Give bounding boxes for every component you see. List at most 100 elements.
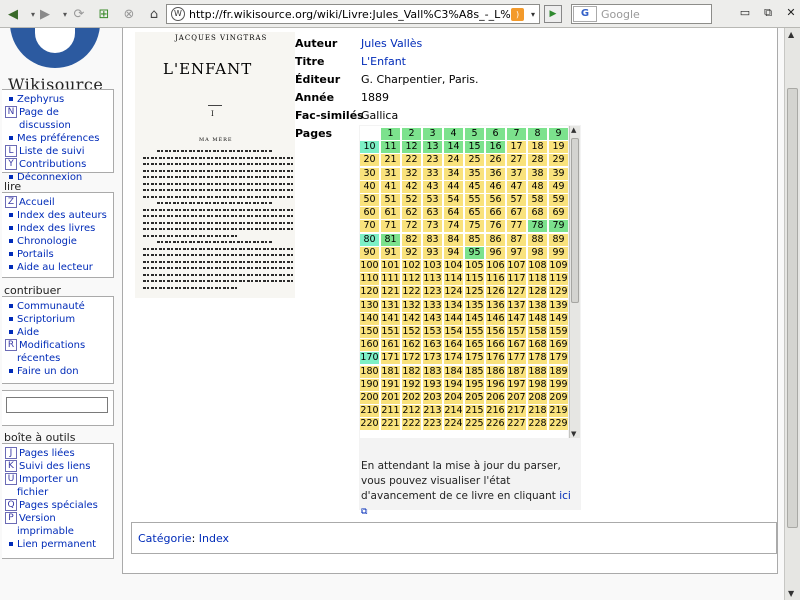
page-cell[interactable]: 152 — [402, 326, 421, 338]
page-cell[interactable]: 206 — [486, 392, 505, 404]
forward-icon[interactable]: ▶ — [36, 5, 54, 23]
page-cell[interactable]: 98 — [528, 246, 547, 259]
page-cell[interactable]: 165 — [465, 339, 484, 352]
page-cell[interactable]: 148 — [528, 312, 547, 325]
titre-link[interactable]: L'Enfant — [361, 55, 406, 68]
page-cell[interactable]: 116 — [486, 273, 505, 286]
sidebar-item-outils-4[interactable]: Q Pages spéciales — [5, 499, 113, 512]
pages-scrollbar[interactable]: ▲ ▼ — [569, 126, 580, 438]
page-cell[interactable]: 133 — [423, 299, 442, 312]
page-cell[interactable]: 30 — [360, 167, 379, 180]
page-cell[interactable]: 221 — [381, 418, 400, 431]
page-cell[interactable]: 159 — [549, 326, 568, 338]
page-cell[interactable]: 223 — [423, 418, 442, 431]
back-icon[interactable]: ◀ — [4, 5, 22, 23]
page-cell[interactable]: 6 — [486, 128, 505, 140]
page-cell[interactable]: 51 — [381, 194, 400, 206]
page-cell[interactable]: 65 — [465, 207, 484, 220]
page-cell[interactable]: 35 — [465, 167, 484, 180]
page-cell[interactable]: 99 — [549, 246, 568, 259]
page-cell[interactable]: 192 — [402, 378, 421, 391]
sidebar-item-personal-1[interactable]: N Page de discussion — [5, 106, 113, 132]
minimize-icon[interactable]: ▭ — [738, 6, 752, 20]
pages-scroll-thumb[interactable] — [571, 138, 579, 303]
page-cell[interactable]: 204 — [444, 392, 463, 404]
page-cell[interactable]: 90 — [360, 246, 379, 259]
wikisource-logo[interactable]: Wikisource — [0, 28, 115, 98]
page-cell[interactable]: 63 — [423, 207, 442, 220]
page-cell[interactable]: 134 — [444, 299, 463, 312]
page-cell[interactable]: 12 — [402, 141, 421, 154]
page-cell[interactable]: 2 — [402, 128, 421, 140]
page-scroll-up-icon[interactable]: ▲ — [788, 30, 794, 39]
page-cell[interactable]: 77 — [507, 220, 526, 233]
sidebar-item-contribuer-1[interactable]: Scriptorium — [5, 313, 113, 326]
page-cell[interactable]: 202 — [402, 392, 421, 404]
page-cell[interactable]: 178 — [528, 352, 547, 365]
page-cell[interactable]: 113 — [423, 273, 442, 286]
page-cell[interactable]: 117 — [507, 273, 526, 286]
page-cell[interactable]: 156 — [486, 326, 505, 338]
page-cell[interactable]: 58 — [528, 194, 547, 206]
page-cell[interactable]: 197 — [507, 378, 526, 391]
page-cell[interactable]: 42 — [402, 180, 421, 193]
page-cell[interactable]: 80 — [360, 233, 379, 246]
search-engine-icon[interactable]: G — [573, 6, 597, 22]
page-cell[interactable]: 180 — [360, 365, 379, 378]
sidebar-item-lire-0[interactable]: Z Accueil — [5, 196, 113, 209]
page-cell[interactable]: 179 — [549, 352, 568, 365]
sidebar-item-lire-5[interactable]: Aide au lecteur — [5, 261, 113, 274]
page-cell[interactable]: 131 — [381, 299, 400, 312]
page-cell[interactable]: 79 — [549, 220, 568, 233]
page-cell[interactable]: 203 — [423, 392, 442, 404]
page-cell[interactable]: 92 — [402, 246, 421, 259]
page-cell[interactable]: 46 — [486, 180, 505, 193]
page-cell[interactable]: 41 — [381, 180, 400, 193]
page-cell[interactable]: 29 — [549, 154, 568, 167]
page-cell[interactable]: 26 — [486, 154, 505, 167]
reload-icon[interactable]: ⟳ — [70, 5, 88, 23]
page-cell[interactable]: 205 — [465, 392, 484, 404]
page-cell[interactable]: 19 — [549, 141, 568, 154]
page-cell[interactable]: 37 — [507, 167, 526, 180]
page-cell[interactable]: 91 — [381, 246, 400, 259]
page-cell[interactable]: 69 — [549, 207, 568, 220]
page-cell[interactable]: 50 — [360, 194, 379, 206]
page-cell[interactable]: 224 — [444, 418, 463, 431]
page-cell[interactable]: 219 — [549, 405, 568, 418]
page-cell[interactable]: 157 — [507, 326, 526, 338]
page-cell[interactable]: 56 — [486, 194, 505, 206]
page-cell[interactable]: 190 — [360, 378, 379, 391]
page-cell[interactable]: 110 — [360, 273, 379, 286]
page-cell[interactable]: 173 — [423, 352, 442, 365]
page-cell[interactable]: 181 — [381, 365, 400, 378]
page-cell[interactable]: 89 — [549, 233, 568, 246]
page-cell[interactable]: 86 — [486, 233, 505, 246]
page-cell[interactable]: 168 — [528, 339, 547, 352]
page-cell[interactable]: 209 — [549, 392, 568, 404]
go-button[interactable]: ▶ — [544, 5, 562, 23]
page-cell[interactable]: 16 — [486, 141, 505, 154]
page-cell[interactable]: 78 — [528, 220, 547, 233]
page-cell[interactable]: 136 — [486, 299, 505, 312]
page-cell[interactable]: 48 — [528, 180, 547, 193]
page-cell[interactable]: 194 — [444, 378, 463, 391]
page-cell[interactable]: 93 — [423, 246, 442, 259]
page-cell[interactable]: 94 — [444, 246, 463, 259]
sidebar-item-outils-6[interactable]: imprimable — [5, 525, 113, 538]
page-cell[interactable]: 67 — [507, 207, 526, 220]
page-cell[interactable]: 43 — [423, 180, 442, 193]
page-cell[interactable]: 130 — [360, 299, 379, 312]
page-cell[interactable]: 5 — [465, 128, 484, 140]
page-cell[interactable]: 137 — [507, 299, 526, 312]
page-cell[interactable]: 87 — [507, 233, 526, 246]
url-text[interactable]: http://fr.wikisource.org/wiki/Livre:Jule… — [189, 8, 511, 21]
page-cell[interactable]: 170 — [360, 352, 379, 365]
sidebar-item-lire-2[interactable]: Index des livres — [5, 222, 113, 235]
page-cell[interactable]: 217 — [507, 405, 526, 418]
page-cell[interactable]: 45 — [465, 180, 484, 193]
page-cell[interactable]: 108 — [528, 260, 547, 272]
page-cell[interactable]: 187 — [507, 365, 526, 378]
page-cell[interactable]: 75 — [465, 220, 484, 233]
page-cell[interactable]: 107 — [507, 260, 526, 272]
